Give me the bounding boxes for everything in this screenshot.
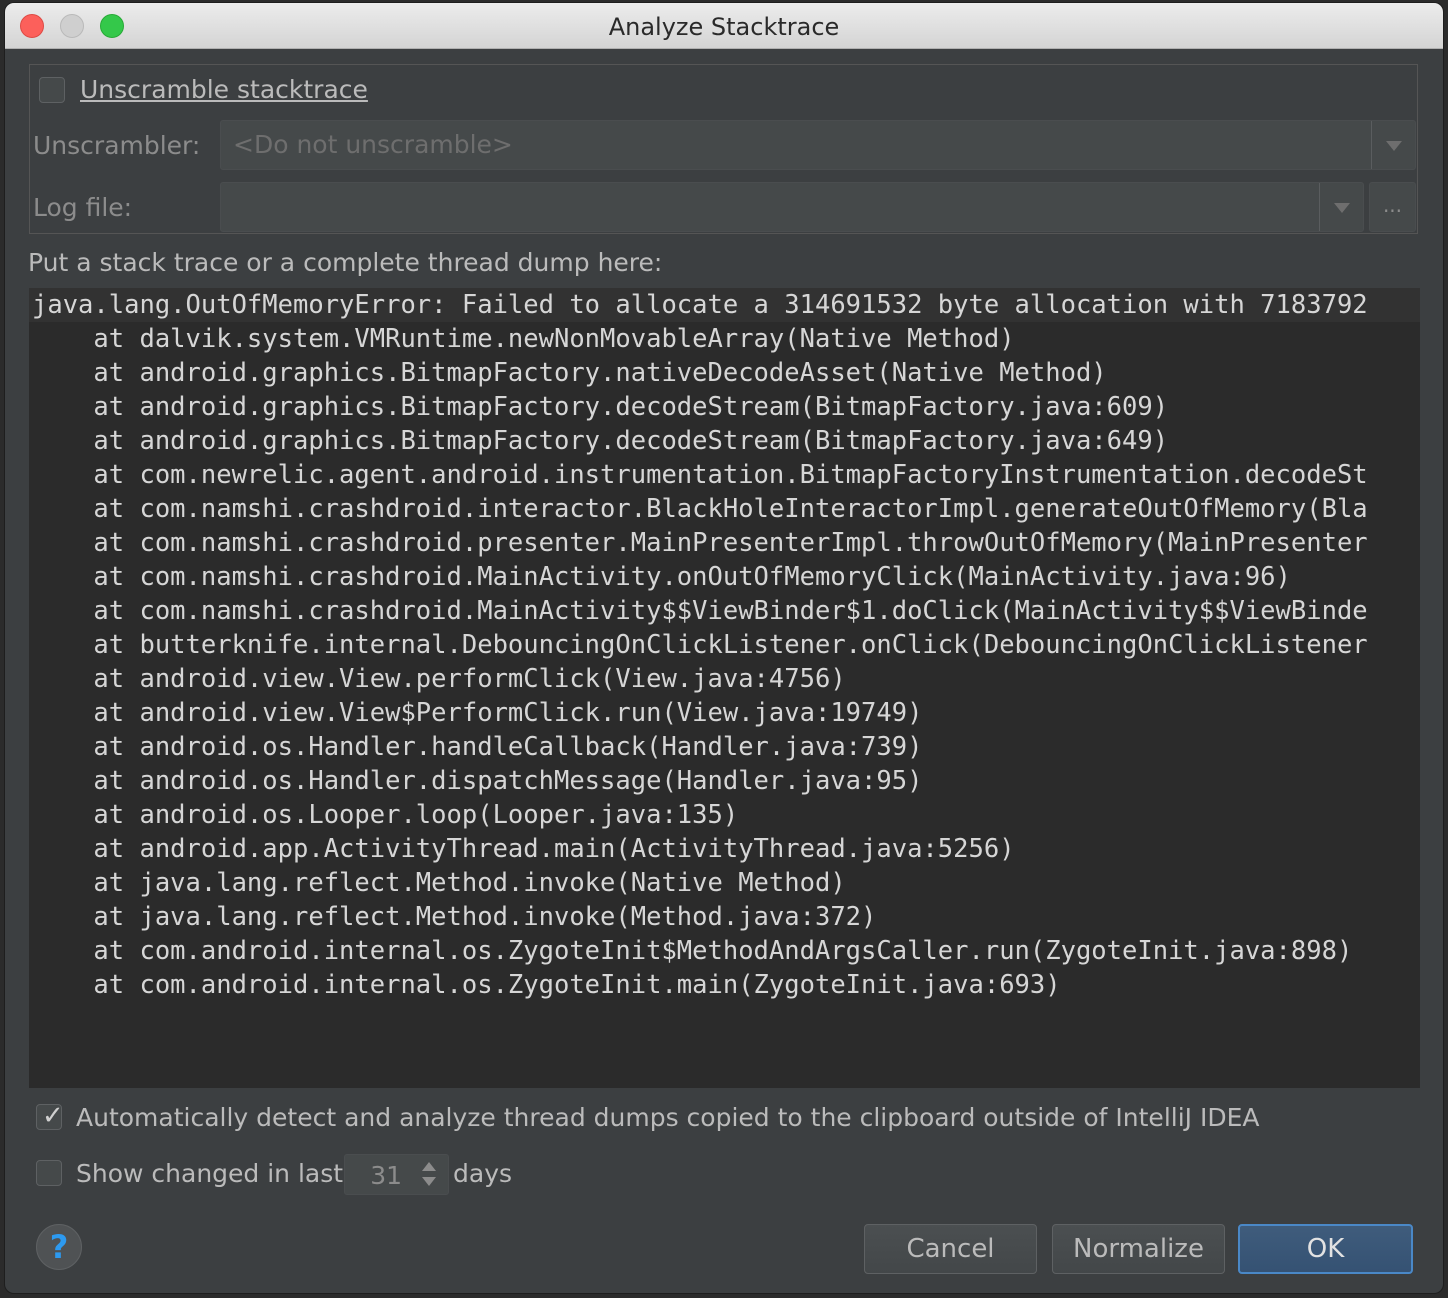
stacktrace-line: at com.namshi.crashdroid.MainActivity.on… bbox=[32, 562, 1291, 592]
spinner-down-icon[interactable] bbox=[422, 1177, 436, 1186]
stacktrace-line: at android.os.Looper.loop(Looper.java:13… bbox=[32, 800, 739, 830]
spinner-up-icon[interactable] bbox=[422, 1162, 436, 1171]
stacktrace-line: at android.os.Handler.handleCallback(Han… bbox=[32, 732, 923, 762]
stacktrace-line: at butterknife.internal.DebouncingOnClic… bbox=[32, 630, 1368, 660]
chevron-down-icon[interactable] bbox=[1319, 183, 1363, 231]
stacktrace-line: at com.android.internal.os.ZygoteInit.ma… bbox=[32, 970, 1061, 1000]
stacktrace-line: at dalvik.system.VMRuntime.newNonMovable… bbox=[32, 324, 1015, 354]
unscramble-label-text: Unscramble stacktrace bbox=[80, 75, 368, 104]
stacktrace-line: at android.graphics.BitmapFactory.decode… bbox=[32, 426, 1169, 456]
stacktrace-line: at android.view.View$PerformClick.run(Vi… bbox=[32, 698, 923, 728]
stacktrace-line: java.lang.OutOfMemoryError: Failed to al… bbox=[29, 288, 1420, 322]
browse-log-file-button[interactable]: ... bbox=[1369, 182, 1416, 232]
help-icon[interactable]: ? bbox=[36, 1224, 82, 1270]
stacktrace-line: at android.os.Handler.dispatchMessage(Ha… bbox=[32, 766, 923, 796]
show-changed-checkbox[interactable] bbox=[36, 1160, 62, 1186]
unscramble-checkbox[interactable] bbox=[39, 77, 65, 103]
stacktrace-line: at com.newrelic.agent.android.instrument… bbox=[32, 460, 1368, 490]
stacktrace-line: at android.view.View.performClick(View.j… bbox=[32, 664, 846, 694]
unscrambler-label: Unscrambler: bbox=[33, 131, 201, 160]
stacktrace-line: at java.lang.reflect.Method.invoke(Metho… bbox=[32, 902, 877, 932]
days-label: days bbox=[453, 1159, 513, 1188]
unscramble-panel: Unscramble stacktrace Unscrambler: <Do n… bbox=[29, 64, 1418, 234]
days-spinner-value[interactable]: 31 bbox=[370, 1161, 402, 1190]
stacktrace-line: at com.android.internal.os.ZygoteInit$Me… bbox=[32, 936, 1353, 966]
unscrambler-select-value: <Do not unscramble> bbox=[233, 130, 513, 159]
show-changed-label[interactable]: Show changed in last bbox=[76, 1159, 343, 1188]
auto-detect-checkbox[interactable]: ✓ bbox=[36, 1101, 64, 1131]
unscrambler-select[interactable]: <Do not unscramble> bbox=[220, 120, 1416, 170]
stacktrace-line: at java.lang.reflect.Method.invoke(Nativ… bbox=[32, 868, 846, 898]
stacktrace-line: at com.namshi.crashdroid.presenter.MainP… bbox=[32, 528, 1368, 558]
analyze-stacktrace-dialog: Analyze Stacktrace Unscramble stacktrace… bbox=[5, 3, 1443, 1293]
days-spinner[interactable]: 31 bbox=[344, 1154, 449, 1195]
cancel-button[interactable]: Cancel bbox=[864, 1224, 1037, 1274]
log-file-label: Log file: bbox=[33, 193, 133, 222]
stacktrace-line: at android.app.ActivityThread.main(Activ… bbox=[32, 834, 1015, 864]
stacktrace-line: at com.namshi.crashdroid.MainActivity$$V… bbox=[32, 596, 1368, 626]
window-title: Analyze Stacktrace bbox=[608, 13, 840, 41]
normalize-button[interactable]: Normalize bbox=[1052, 1224, 1225, 1274]
stacktrace-line: at android.graphics.BitmapFactory.native… bbox=[32, 358, 1107, 388]
title-bar: Analyze Stacktrace bbox=[5, 3, 1443, 49]
auto-detect-label[interactable]: Automatically detect and analyze thread … bbox=[76, 1103, 1260, 1132]
log-file-select[interactable] bbox=[220, 182, 1364, 232]
ok-button[interactable]: OK bbox=[1238, 1224, 1413, 1274]
stacktrace-prompt: Put a stack trace or a complete thread d… bbox=[28, 248, 663, 277]
unscramble-checkbox-label[interactable]: Unscramble stacktrace bbox=[80, 75, 368, 104]
stacktrace-text-area[interactable]: java.lang.OutOfMemoryError: Failed to al… bbox=[29, 288, 1420, 1088]
checkmark-icon: ✓ bbox=[42, 1101, 64, 1131]
stacktrace-line: at com.namshi.crashdroid.interactor.Blac… bbox=[32, 494, 1368, 524]
stacktrace-line: at android.graphics.BitmapFactory.decode… bbox=[32, 392, 1169, 422]
chevron-down-icon[interactable] bbox=[1371, 121, 1415, 169]
